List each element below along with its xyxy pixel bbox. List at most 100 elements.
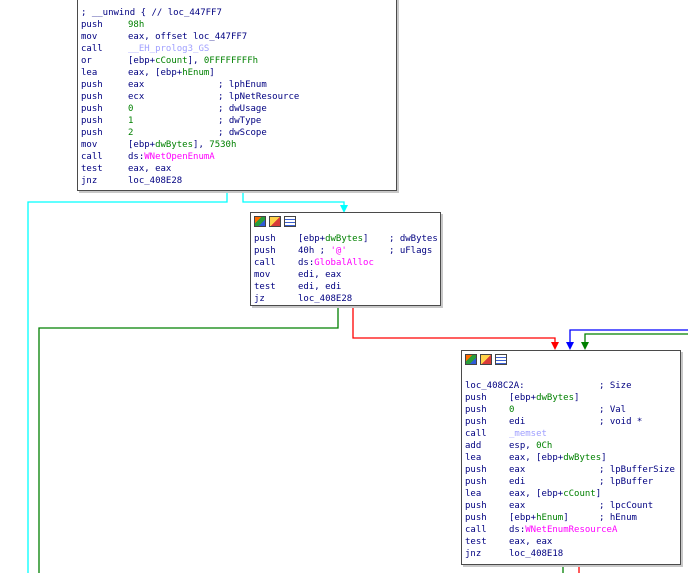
asm-line[interactable]: push 0 ; dwUsage: [81, 103, 394, 115]
asm-line[interactable]: lea eax, [ebp+cCount]: [465, 488, 678, 500]
edit-name-icon[interactable]: [269, 216, 281, 227]
asm-line[interactable]: call _memset: [465, 428, 678, 440]
jump-target-ref[interactable]: loc_408E18: [509, 548, 563, 560]
graph-overview-icon[interactable]: [465, 354, 477, 365]
asm-line[interactable]: ; __unwind { // loc_447FF7: [81, 7, 394, 19]
asm-line[interactable]: push eax ; lpBufferSize: [465, 464, 678, 476]
comment-icon[interactable]: [284, 216, 296, 227]
code-block-enum-loop[interactable]: loc_408C2A:; Size push [ebp+dwBytes] push…: [461, 350, 681, 565]
asm-line[interactable]: push [ebp+dwBytes]: [465, 392, 678, 404]
asm-line[interactable]: push eax ; lpcCount: [465, 500, 678, 512]
mnemonic: push: [81, 104, 103, 114]
asm-line[interactable]: push 0 ; Val: [465, 404, 678, 416]
mnemonic: push: [81, 92, 103, 102]
local-variable[interactable]: hEnum: [536, 513, 563, 523]
import-function-ref[interactable]: WNetOpenEnumA: [144, 152, 214, 162]
mnemonic: call: [254, 258, 276, 268]
asm-line[interactable]: mov edi, eax: [254, 269, 438, 281]
node-header: [462, 351, 680, 368]
asm-line[interactable]: mov [ebp+dwBytes], 7530h: [81, 139, 394, 151]
edge-cyan-left: [27, 191, 228, 573]
asm-line[interactable]: loc_408C2A: ; Size: [465, 380, 678, 392]
local-variable[interactable]: dwBytes: [325, 234, 363, 244]
asm-line[interactable]: mov eax, offset loc_447FF7: [81, 31, 394, 43]
edit-name-icon[interactable]: [480, 354, 492, 365]
operand: eax, offset loc_447FF7: [128, 32, 248, 42]
operand: [ebp+: [298, 234, 326, 244]
mnemonic: push: [81, 80, 103, 90]
graph-overview-icon[interactable]: [254, 216, 266, 227]
mnemonic: test: [81, 164, 103, 174]
asm-line[interactable]: lea eax, [ebp+dwBytes]: [465, 452, 678, 464]
arrowhead-green: [581, 342, 589, 350]
asm-line[interactable]: add esp, 0Ch: [465, 440, 678, 452]
comment: ; dwUsage: [218, 104, 267, 114]
library-function-ref[interactable]: __EH_prolog3_GS: [128, 43, 209, 55]
library-function-ref[interactable]: _memset: [509, 428, 547, 440]
edge-blue-to-block3: [569, 329, 688, 344]
mnemonic: push: [465, 405, 487, 415]
local-variable[interactable]: dwBytes: [155, 140, 193, 150]
asm-line[interactable]: push ecx ; lpNetResource: [81, 91, 394, 103]
operand: ]: [601, 453, 607, 463]
mnemonic: push: [465, 501, 487, 511]
import-function-ref[interactable]: GlobalAlloc: [314, 258, 374, 268]
asm-line[interactable]: push 2 ; dwScope: [81, 127, 394, 139]
operand: eax, eax: [128, 164, 172, 174]
operand: ]: [595, 489, 602, 499]
mnemonic: call: [81, 152, 103, 162]
operand: [ebp+: [128, 140, 156, 150]
operand: 40h ;: [298, 246, 331, 256]
local-variable[interactable]: hEnum: [182, 68, 209, 78]
immediate-value: 0: [509, 405, 515, 415]
asm-line[interactable]: push eax ; lphEnum: [81, 79, 394, 91]
comment: ; dwBytes: [389, 234, 438, 244]
edge-cyan-to-block2: [242, 191, 345, 207]
asm-line[interactable]: lea eax, [ebp+hEnum]: [81, 67, 394, 79]
operand: eax, eax: [509, 537, 553, 547]
jump-target-ref[interactable]: loc_408E28: [128, 175, 182, 187]
unwind-comment: ; __unwind { // loc_447FF7: [81, 8, 222, 18]
arrowhead-red: [551, 342, 559, 350]
asm-line[interactable]: jnz loc_408E18: [465, 548, 678, 560]
mnemonic: call: [465, 429, 487, 439]
asm-line[interactable]: push [ebp+hEnum] ; hEnum: [465, 512, 678, 524]
asm-line[interactable]: call __EH_prolog3_GS: [81, 43, 394, 55]
asm-line[interactable]: call ds:WNetOpenEnumA: [81, 151, 394, 163]
asm-line[interactable]: jnz loc_408E28: [81, 175, 394, 187]
asm-line[interactable]: push 40h ; '@' ; uFlags: [254, 245, 438, 257]
asm-line[interactable]: jz loc_408E28: [254, 293, 438, 305]
asm-line[interactable]: push [ebp+dwBytes] ; dwBytes: [254, 233, 438, 245]
immediate-value: 1: [128, 116, 134, 126]
asm-line[interactable]: push edi ; void *: [465, 416, 678, 428]
code-block-entry[interactable]: ; __unwind { // loc_447FF7 push 98h mov ea…: [77, 0, 397, 191]
local-variable[interactable]: dwBytes: [536, 393, 574, 403]
asm-line[interactable]: push 98h: [81, 19, 394, 31]
asm-line[interactable]: call ds:WNetEnumResourceA: [465, 524, 678, 536]
comment: ; uFlags: [389, 246, 433, 256]
asm-line[interactable]: or [ebp+cCount], 0FFFFFFFFh: [81, 55, 394, 67]
immediate-value: 0: [128, 104, 134, 114]
local-variable[interactable]: cCount: [563, 489, 596, 499]
comment: ; dwScope: [218, 128, 267, 138]
asm-line[interactable]: push edi ; lpBuffer: [465, 476, 678, 488]
immediate-value: 2: [128, 128, 134, 138]
code-block-alloc[interactable]: push [ebp+dwBytes] ; dwBytes push 40h ; '@'…: [250, 212, 441, 306]
operand: ],: [187, 56, 204, 66]
asm-line[interactable]: test eax, eax: [465, 536, 678, 548]
import-function-ref[interactable]: WNetEnumResourceA: [525, 525, 617, 535]
jump-target-ref[interactable]: loc_408E28: [298, 293, 352, 305]
comment-icon[interactable]: [495, 354, 507, 365]
asm-line[interactable]: test eax, eax: [81, 163, 394, 175]
edge-red-to-block3: [352, 306, 556, 344]
mnemonic: call: [465, 525, 487, 535]
operand: ],: [193, 140, 210, 150]
comment: ; lphEnum: [218, 80, 267, 90]
operand: ]: [363, 234, 369, 244]
asm-line[interactable]: test edi, edi: [254, 281, 438, 293]
asm-line[interactable]: call ds:GlobalAlloc: [254, 257, 438, 269]
location-label[interactable]: loc_408C2A:: [465, 380, 525, 392]
local-variable[interactable]: dwBytes: [563, 453, 601, 463]
local-variable[interactable]: cCount: [155, 56, 188, 66]
asm-line[interactable]: push 1 ; dwType: [81, 115, 394, 127]
